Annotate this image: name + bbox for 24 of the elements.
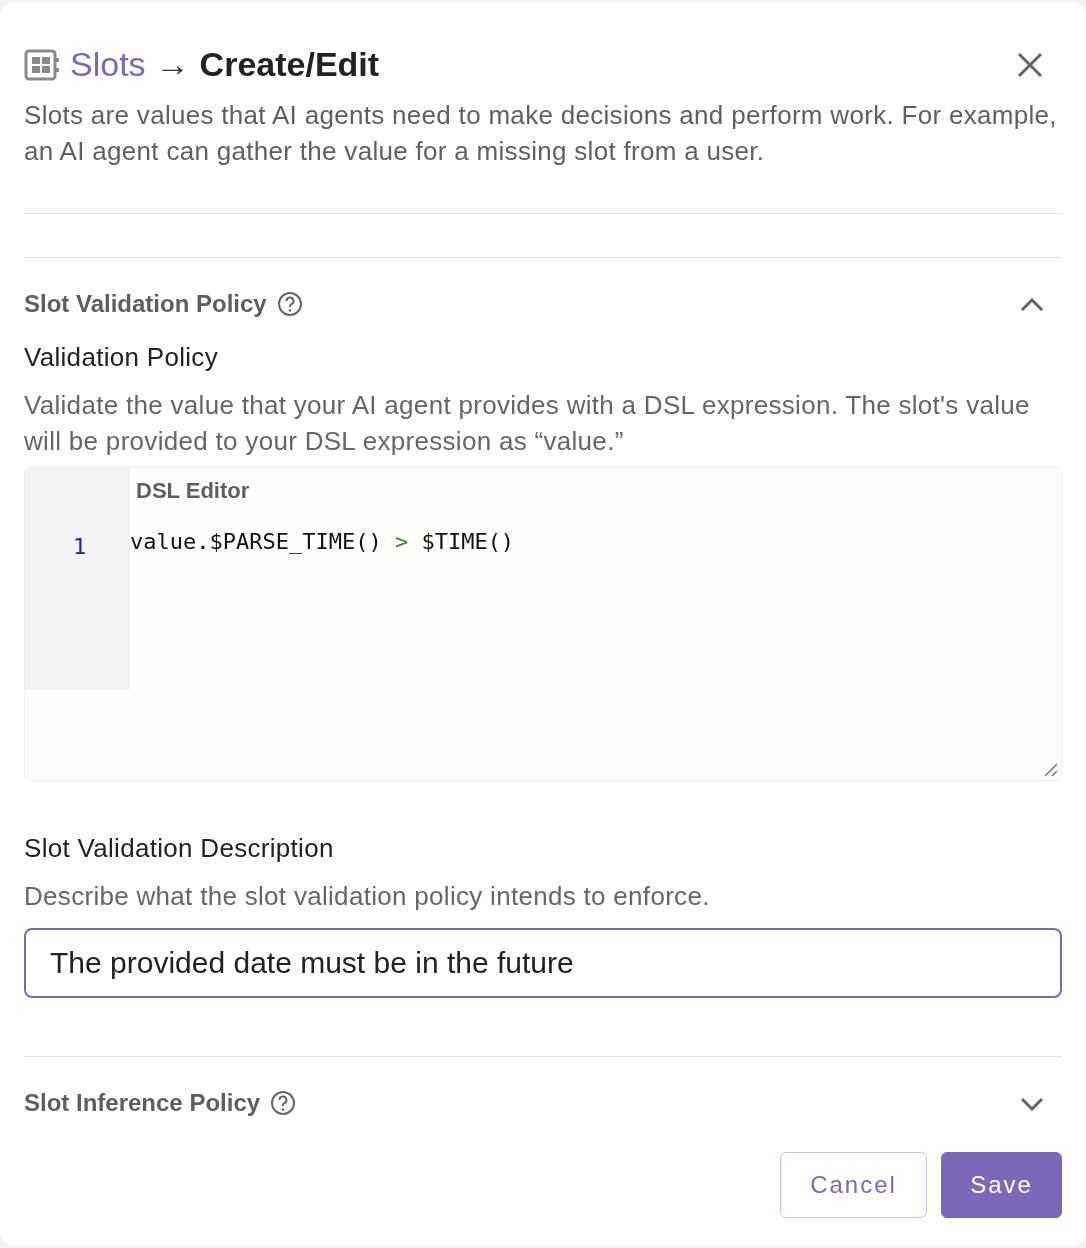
help-icon [276,291,303,318]
resize-grip-icon [1042,761,1058,778]
chevron-down-icon [1020,1097,1044,1112]
code-editor[interactable]: 1 DSL Editor value.$PARSE_TIME() > $TIME() [24,467,1062,782]
close-icon [1016,50,1044,79]
slots-icon [24,48,60,81]
breadcrumb-arrow: → [155,46,190,84]
code-line: value.$PARSE_TIME() > $TIME() [130,528,516,557]
dialog-description: Slots are values that AI agents need to make decisions and perform work. For example, an AI agent can gather the value for a missing slot from a user. [24,99,1058,169]
line-number: 1 [71,533,88,562]
field-label: Slot Validation Description [24,832,335,866]
cancel-button[interactable]: Cancel [780,1152,927,1218]
field-help: Describe what the slot validation policy intends to enforce. [24,880,711,914]
dialog-title: Create/Edit [199,46,380,84]
text-input-field[interactable]: The provided date must be in the future [24,928,1062,999]
help-icon [270,1090,297,1117]
editor-label: DSL Editor [136,477,251,506]
save-button[interactable]: Save [941,1152,1062,1218]
field-help: Validate the value that your AI agent provides with a DSL expression. The slot's value will be provided to your DSL expression as “value.” [24,389,1031,459]
section-title: Slot Inference Policy [24,1088,261,1119]
section-title: Slot Validation Policy [24,289,267,320]
chevron-up-icon [1020,298,1044,313]
field-label: Validation Policy [24,341,219,375]
breadcrumb-link[interactable]: Slots [70,46,146,84]
